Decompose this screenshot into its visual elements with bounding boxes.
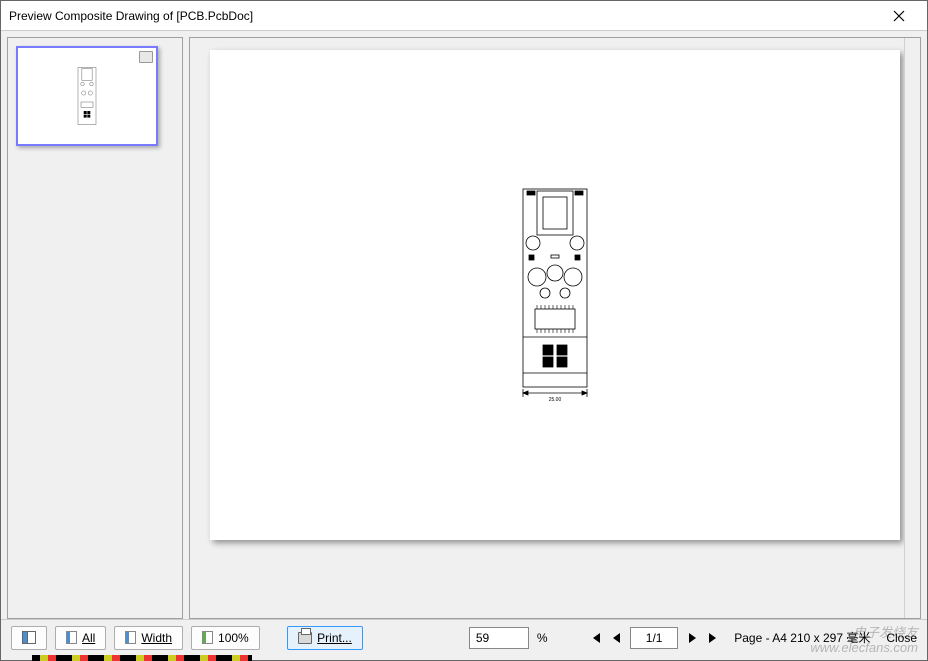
prev-page-button[interactable] — [609, 629, 622, 647]
last-page-icon — [708, 633, 720, 643]
fit-all-label: All — [82, 631, 95, 645]
window-title: Preview Composite Drawing of [PCB.PcbDoc… — [9, 9, 253, 23]
fit-width-button[interactable]: Width — [114, 626, 183, 650]
print-button[interactable]: Print... — [287, 626, 363, 650]
page-info-label: Page - A4 210 x 297 毫米 — [734, 629, 870, 646]
preview-panel: 25.00 — [189, 37, 921, 619]
first-page-button[interactable] — [588, 629, 601, 647]
pcb-drawing: 25.00 — [515, 185, 595, 405]
dimension-label: 25.00 — [549, 397, 562, 403]
first-page-icon — [589, 633, 601, 643]
titlebar: Preview Composite Drawing of [PCB.PcbDoc… — [1, 1, 927, 31]
close-window-button[interactable] — [879, 2, 919, 30]
bottom-toolbar: All Width 100% Print... % Page - A4 210 … — [1, 619, 927, 655]
next-page-button[interactable] — [686, 629, 699, 647]
close-icon — [893, 10, 905, 22]
last-page-button[interactable] — [707, 629, 720, 647]
page-icon — [125, 631, 136, 644]
view-mode-button[interactable] — [11, 626, 47, 650]
page-input[interactable] — [630, 627, 678, 649]
page-thumbnail[interactable] — [16, 46, 158, 146]
printer-icon — [298, 632, 312, 644]
close-button[interactable]: Close — [886, 631, 917, 645]
zoom-100-button[interactable]: 100% — [191, 626, 260, 650]
page-icon — [202, 631, 213, 644]
prev-page-icon — [611, 633, 621, 643]
thumbnail-panel — [7, 37, 183, 619]
fit-all-button[interactable]: All — [55, 626, 106, 650]
print-label: Print... — [317, 631, 352, 645]
preview-page[interactable]: 25.00 — [210, 50, 900, 540]
main-content: 25.00 — [1, 31, 927, 619]
next-page-icon — [688, 633, 698, 643]
vertical-scrollbar[interactable] — [904, 38, 920, 618]
zoom-100-label: 100% — [218, 631, 249, 645]
zoom-input[interactable] — [469, 627, 529, 649]
decorative-strip — [32, 655, 252, 661]
two-pane-icon — [22, 631, 36, 644]
pcb-thumbnail-drawing — [75, 66, 99, 126]
page-icon — [66, 631, 77, 644]
fit-width-label: Width — [141, 631, 172, 645]
page-orientation-icon — [139, 51, 153, 63]
zoom-percent-label: % — [537, 631, 548, 645]
